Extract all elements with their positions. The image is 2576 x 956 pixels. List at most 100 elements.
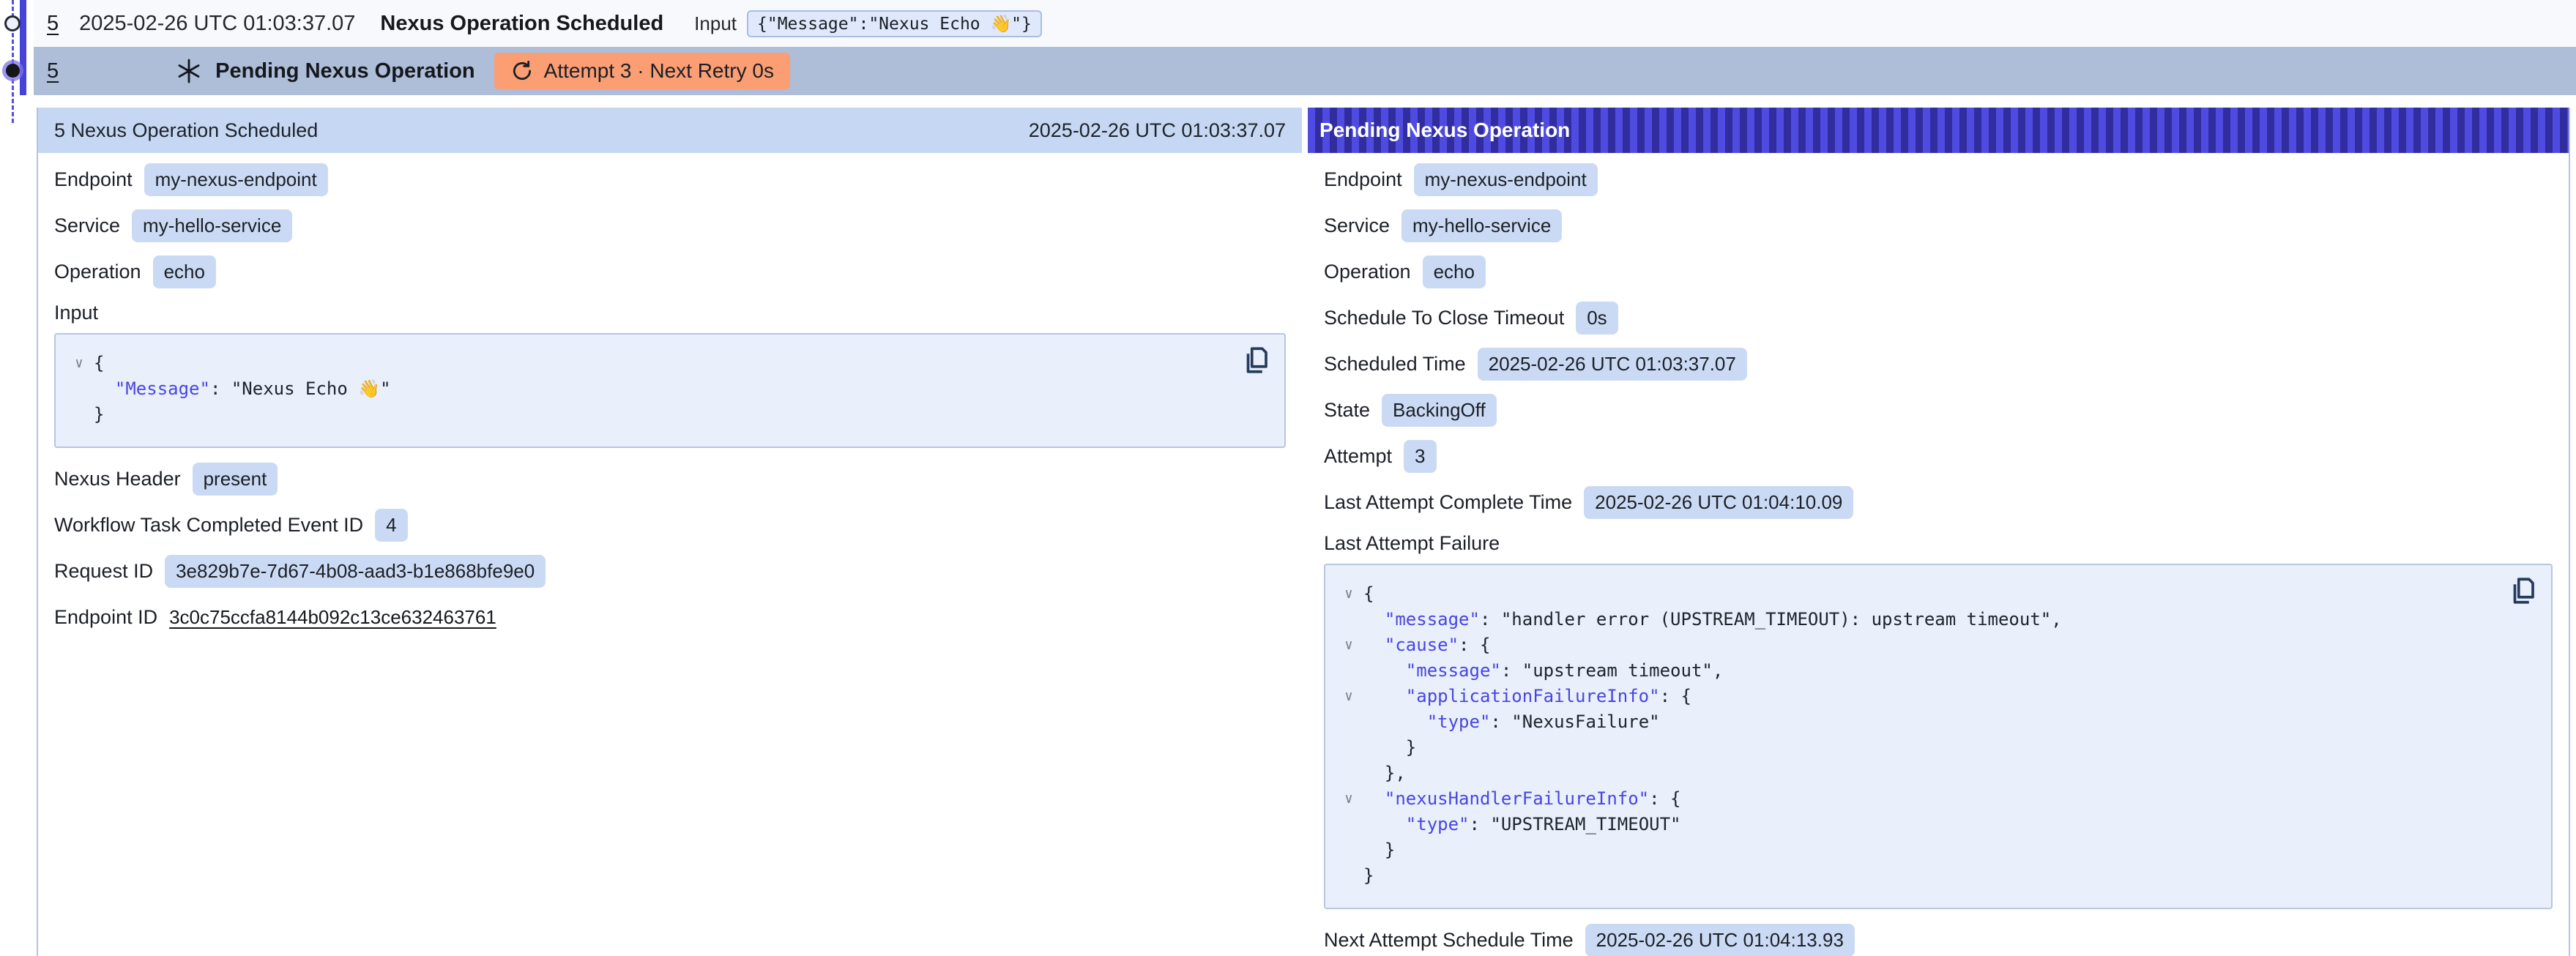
code-text: { (1363, 581, 1374, 607)
code-text: "applicationFailureInfo": { (1363, 684, 1691, 709)
field-value-badge: echo (153, 255, 216, 288)
event-timestamp: 2025-02-26 UTC 01:03:37.07 (79, 12, 355, 36)
code-gutter (64, 376, 94, 402)
field-row-service: Servicemy-hello-service (1324, 209, 2553, 242)
code-line: } (1334, 837, 2493, 863)
event-detail-container: 5 Nexus Operation Scheduled 2025-02-26 U… (37, 108, 2570, 956)
code-text: "Message": "Nexus Echo 👋" (94, 376, 391, 402)
scheduled-panel-timestamp: 2025-02-26 UTC 01:03:37.07 (1029, 119, 1286, 142)
field-row-next-attempt-schedule-time: Next Attempt Schedule Time 2025-02-26 UTC… (1324, 924, 2553, 956)
field-row-operation: Operationecho (1324, 255, 2553, 288)
copy-button[interactable] (1240, 345, 1271, 376)
code-gutter (1334, 709, 1363, 735)
field-row-service: Servicemy-hello-service (54, 209, 1286, 242)
code-line: }, (1334, 761, 2493, 786)
pending-fields-top: Endpointmy-nexus-endpoint Servicemy-hello… (1324, 163, 2553, 518)
collapse-chevron-icon[interactable]: ∨ (1334, 581, 1363, 607)
input-json-code: ∨{ "Message": "Nexus Echo 👋"} (64, 351, 1226, 427)
code-gutter (1334, 607, 1363, 632)
copy-button[interactable] (2507, 575, 2538, 606)
field-label: Workflow Task Completed Event ID (54, 514, 363, 537)
field-value-link[interactable]: 3c0c75ccfa8144b092c13ce632463761 (169, 606, 496, 629)
failure-json-code: ∨{ "message": "handler error (UPSTREAM_T… (1334, 581, 2493, 889)
code-text: } (94, 402, 104, 427)
code-gutter (1334, 812, 1363, 837)
retry-badge-text: Attempt 3 · Next Retry 0s (544, 59, 774, 83)
failure-block-label: Last Attempt Failure (1324, 532, 2553, 555)
pending-asterisk-icon (174, 56, 204, 86)
field-value-badge: my-nexus-endpoint (1414, 163, 1598, 196)
field-label: State (1324, 399, 1370, 422)
field-value-badge: 4 (375, 509, 407, 542)
code-text: } (1363, 735, 1416, 761)
event-input-value-badge: {"Message":"Nexus Echo 👋"} (747, 10, 1042, 37)
code-line: } (1334, 735, 2493, 761)
scheduled-panel-header: 5 Nexus Operation Scheduled 2025-02-26 U… (38, 108, 1302, 153)
field-row-endpoint-id: Endpoint ID 3c0c75ccfa8144b092c13ce632463… (54, 601, 1286, 633)
pending-panel-title: Pending Nexus Operation (1319, 119, 1570, 142)
field-row-scheduled-time: Scheduled Time 2025-02-26 UTC 01:03:37.07 (1324, 348, 2553, 380)
field-row-attempt: Attempt3 (1324, 440, 2553, 472)
code-text: "cause": { (1363, 632, 1490, 658)
field-value-badge: 2025-02-26 UTC 01:03:37.07 (1478, 348, 1747, 381)
field-value-badge: my-hello-service (1401, 209, 1562, 242)
pending-operation-panel: Pending Nexus Operation Endpointmy-nexus… (1308, 108, 2569, 956)
field-label: Operation (54, 261, 141, 283)
field-label: Endpoint ID (54, 606, 157, 629)
code-text: }, (1363, 761, 1406, 786)
code-text: "type": "NexusFailure" (1363, 709, 1660, 735)
code-line: "type": "NexusFailure" (1334, 709, 2493, 735)
field-value-badge: 3e829b7e-7d67-4b08-aad3-b1e868bfe9e0 (165, 555, 546, 588)
collapse-chevron-icon[interactable]: ∨ (1334, 632, 1363, 658)
event-row-nexus-operation-scheduled[interactable]: 5 2025-02-26 UTC 01:03:37.07 Nexus Opera… (34, 0, 2576, 47)
pending-fields-bottom: Next Attempt Schedule Time 2025-02-26 UTC… (1324, 924, 2553, 956)
failure-json-block: ∨{ "message": "handler error (UPSTREAM_T… (1324, 564, 2553, 909)
event-title: Pending Nexus Operation (215, 59, 475, 83)
field-label: Nexus Header (54, 468, 181, 490)
field-value-badge: BackingOff (1382, 394, 1497, 427)
code-gutter (1334, 658, 1363, 684)
field-row-operation: Operation echo (54, 255, 1286, 288)
collapse-chevron-icon[interactable]: ∨ (1334, 684, 1363, 709)
retry-status-badge: Attempt 3 · Next Retry 0s (494, 53, 790, 89)
field-label: Operation (1324, 261, 1411, 283)
field-value-badge: 2025-02-26 UTC 01:04:10.09 (1584, 486, 1853, 519)
code-line: ∨{ (64, 351, 1226, 376)
field-label: Service (54, 214, 120, 237)
field-row-last-attempt-complete-time: Last Attempt Complete Time 2025-02-26 UTC… (1324, 486, 2553, 518)
field-label: Next Attempt Schedule Time (1324, 929, 1574, 952)
event-id-link[interactable]: 5 (47, 59, 59, 83)
field-row-schedule-to-close-timeout: Schedule To Close Timeout0s (1324, 302, 2553, 334)
field-row-request-id: Request ID3e829b7e-7d67-4b08-aad3-b1e868… (54, 555, 1286, 587)
code-line: } (1334, 863, 2493, 889)
field-row-state: State BackingOff (1324, 394, 2553, 426)
field-label: Scheduled Time (1324, 353, 1466, 376)
code-gutter (64, 402, 94, 427)
code-gutter (1334, 761, 1363, 786)
scheduled-event-panel: 5 Nexus Operation Scheduled 2025-02-26 U… (38, 108, 1302, 956)
code-line: } (64, 402, 1226, 427)
field-label: Schedule To Close Timeout (1324, 307, 1564, 329)
code-text: "message": "handler error (UPSTREAM_TIME… (1363, 607, 2062, 632)
timeline-node-selected-dot (6, 64, 20, 78)
code-gutter (1334, 735, 1363, 761)
code-text: "message": "upstream timeout", (1363, 658, 1723, 684)
event-title: Nexus Operation Scheduled (380, 12, 663, 36)
code-line: ∨ "nexusHandlerFailureInfo": { (1334, 786, 2493, 812)
scheduled-panel-title: 5 Nexus Operation Scheduled (54, 119, 318, 142)
code-line: ∨ "cause": { (1334, 632, 2493, 658)
field-label: Last Attempt Complete Time (1324, 491, 1572, 514)
field-row-endpoint: Endpointmy-nexus-endpoint (54, 163, 1286, 195)
event-id-link[interactable]: 5 (47, 12, 59, 36)
field-row-workflow-task-completed-event-id: Workflow Task Completed Event ID 4 (54, 509, 1286, 541)
code-line: ∨{ (1334, 581, 2493, 607)
field-row-nexus-header: Nexus Headerpresent (54, 463, 1286, 495)
collapse-chevron-icon[interactable]: ∨ (64, 351, 94, 376)
copy-icon (2507, 597, 2538, 608)
code-line: "message": "upstream timeout", (1334, 658, 2493, 684)
field-value-badge: 2025-02-26 UTC 01:04:13.93 (1585, 924, 1855, 956)
collapse-chevron-icon[interactable]: ∨ (1334, 786, 1363, 812)
field-row-endpoint: Endpointmy-nexus-endpoint (1324, 163, 2553, 195)
scheduled-fields-top: Endpointmy-nexus-endpoint Servicemy-hello… (54, 163, 1286, 288)
event-row-pending-nexus-operation[interactable]: 5 Pending Nexus Operation Attempt 3 · Ne… (34, 47, 2576, 95)
